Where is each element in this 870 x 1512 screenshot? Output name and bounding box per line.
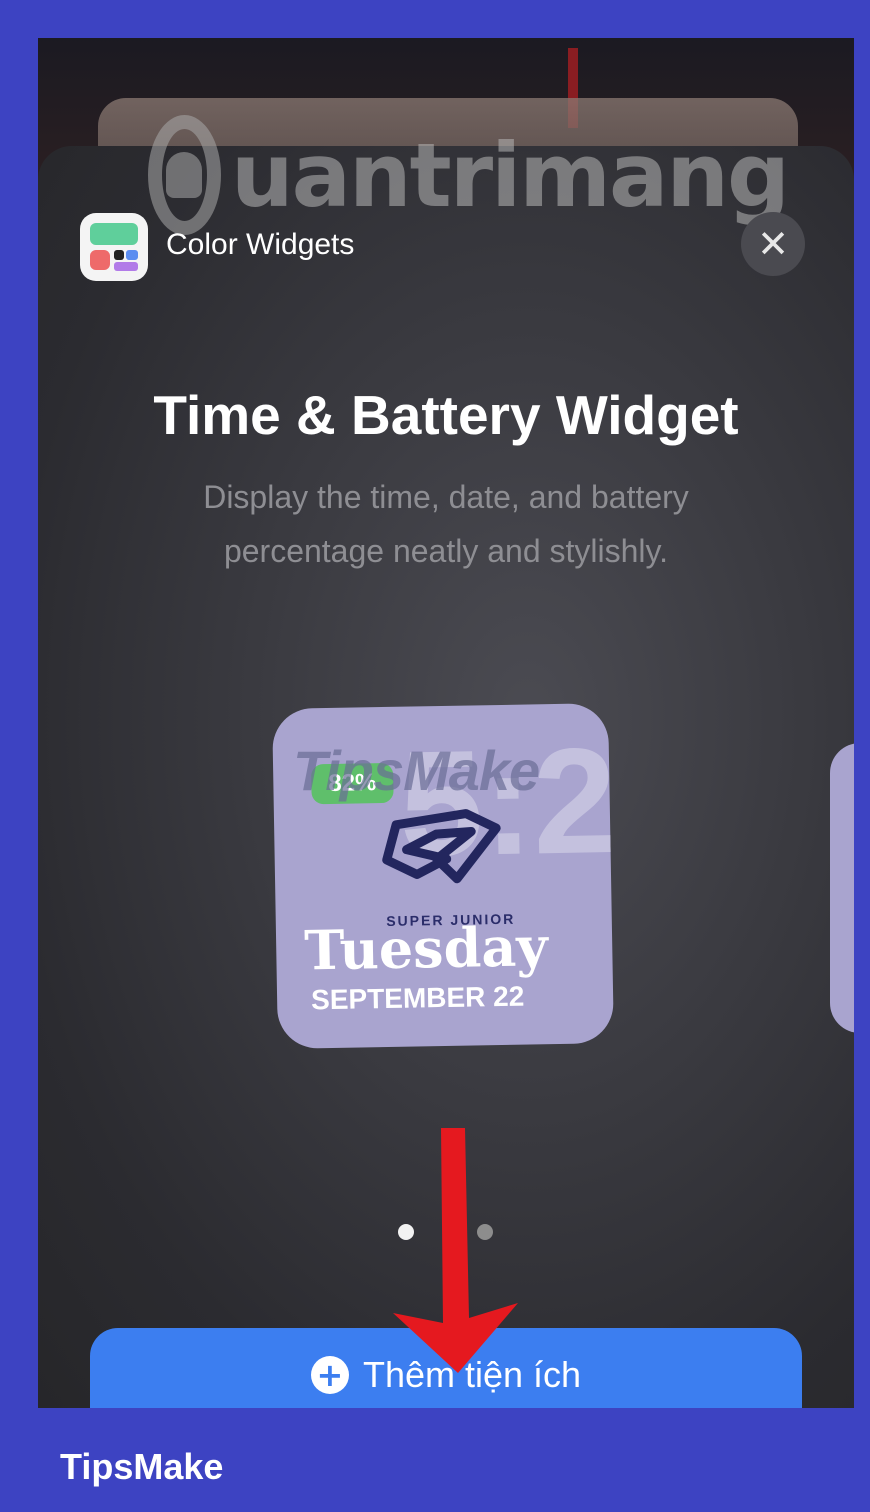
watermark-text: uantrimang	[230, 123, 790, 227]
next-widget-preview[interactable]	[830, 743, 854, 1033]
plus-circle-icon: +	[310, 1356, 349, 1394]
widget-title: Time & Battery Widget	[153, 384, 739, 446]
widget-day: Tuesday	[303, 914, 549, 983]
phone-screen: uantrimang Color Widgets ✕ Time & Batter…	[38, 38, 854, 1408]
tipsmake-watermark: TipsMake	[293, 739, 540, 802]
app-name: Color Widgets	[166, 228, 355, 261]
color-widgets-app-icon	[80, 213, 148, 281]
widget-description: Display the time, date, and battery perc…	[203, 479, 689, 569]
close-icon: ✕	[757, 222, 789, 266]
red-arrow-annotation	[393, 1128, 518, 1373]
widget-date: SEPTEMBER 22	[310, 980, 525, 1016]
super-junior-logo-icon	[382, 809, 501, 884]
footer-brand: TipsMake	[60, 1446, 224, 1487]
close-button[interactable]: ✕	[741, 212, 805, 276]
lightbulb-logo-icon	[148, 115, 221, 235]
